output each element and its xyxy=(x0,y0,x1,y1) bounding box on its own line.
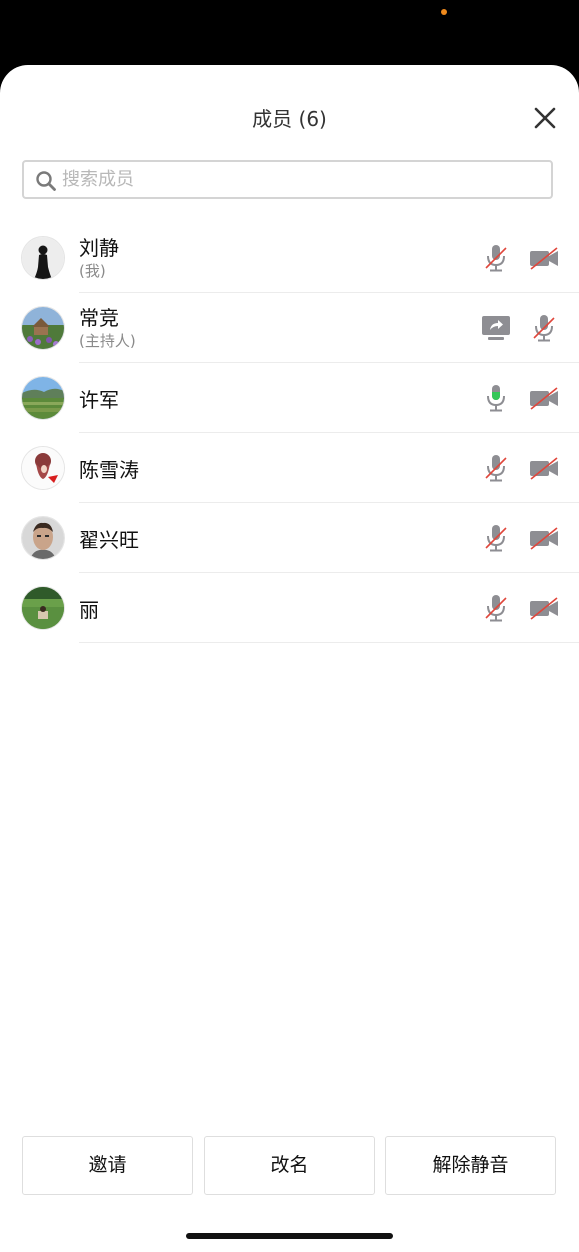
avatar xyxy=(22,307,64,349)
mic-icon xyxy=(487,385,505,412)
member-role: (主持人) xyxy=(79,332,136,350)
member-role: (我) xyxy=(79,262,106,280)
mic-toggle[interactable] xyxy=(480,523,512,553)
avatar xyxy=(22,237,64,279)
page-title: 成员 (6) xyxy=(252,107,327,131)
member-row[interactable]: 丽 xyxy=(0,573,579,643)
member-row[interactable]: 翟兴旺 xyxy=(0,503,579,573)
members-sheet: 成员 (6) 搜索成员 刘静 (我) 常竞 (主持人) 许军 陈雪涛 翟兴旺 丽… xyxy=(0,65,579,1252)
mic-toggle[interactable] xyxy=(480,383,512,413)
member-name: 丽 xyxy=(79,598,99,622)
search-icon xyxy=(36,171,56,191)
mic-toggle[interactable] xyxy=(528,313,560,343)
invite-button[interactable]: 邀请 xyxy=(22,1136,193,1195)
close-icon xyxy=(534,107,556,129)
camera-toggle[interactable] xyxy=(528,453,560,483)
camera-off-icon xyxy=(530,387,558,410)
close-button[interactable] xyxy=(530,103,560,133)
avatar xyxy=(22,447,64,489)
privacy-indicator-dot xyxy=(441,9,447,15)
camera-toggle[interactable] xyxy=(528,243,560,273)
member-name: 常竞 xyxy=(79,306,119,330)
camera-off-icon xyxy=(530,597,558,620)
mic-toggle[interactable] xyxy=(480,593,512,623)
member-row[interactable]: 陈雪涛 xyxy=(0,433,579,503)
unmute-button[interactable]: 解除静音 xyxy=(385,1136,556,1195)
mic-toggle[interactable] xyxy=(480,453,512,483)
avatar xyxy=(22,587,64,629)
mic-muted-icon xyxy=(485,595,507,622)
member-row[interactable]: 常竞 (主持人) xyxy=(0,293,579,363)
member-name: 翟兴旺 xyxy=(79,528,139,552)
member-list: 刘静 (我) 常竞 (主持人) 许军 陈雪涛 翟兴旺 丽 xyxy=(0,223,579,643)
divider xyxy=(79,642,579,643)
camera-toggle[interactable] xyxy=(528,383,560,413)
avatar xyxy=(22,377,64,419)
screen-share-icon xyxy=(482,316,510,340)
phone-screen: 成员 (6) 搜索成员 刘静 (我) 常竞 (主持人) 许军 陈雪涛 翟兴旺 丽… xyxy=(0,0,579,1252)
search-box[interactable] xyxy=(22,160,553,199)
camera-toggle[interactable] xyxy=(528,523,560,553)
screen-share-indicator[interactable] xyxy=(480,313,512,343)
rename-button[interactable]: 改名 xyxy=(204,1136,375,1195)
member-row[interactable]: 刘静 (我) xyxy=(0,223,579,293)
member-name: 许军 xyxy=(79,388,119,412)
member-name: 刘静 xyxy=(79,236,119,260)
mic-muted-icon xyxy=(485,525,507,552)
action-bar: 邀请 改名 解除静音 xyxy=(22,1136,557,1195)
camera-toggle[interactable] xyxy=(528,593,560,623)
mic-muted-icon xyxy=(485,455,507,482)
mic-toggle[interactable] xyxy=(480,243,512,273)
mic-muted-icon xyxy=(485,245,507,272)
avatar xyxy=(22,517,64,559)
home-indicator[interactable] xyxy=(186,1233,393,1239)
camera-off-icon xyxy=(530,457,558,480)
member-name: 陈雪涛 xyxy=(79,458,139,482)
search-input[interactable] xyxy=(62,162,542,197)
mic-muted-icon xyxy=(533,315,555,342)
camera-off-icon xyxy=(530,527,558,550)
camera-off-icon xyxy=(530,247,558,270)
sheet-header: 成员 (6) xyxy=(0,65,579,169)
member-row[interactable]: 许军 xyxy=(0,363,579,433)
